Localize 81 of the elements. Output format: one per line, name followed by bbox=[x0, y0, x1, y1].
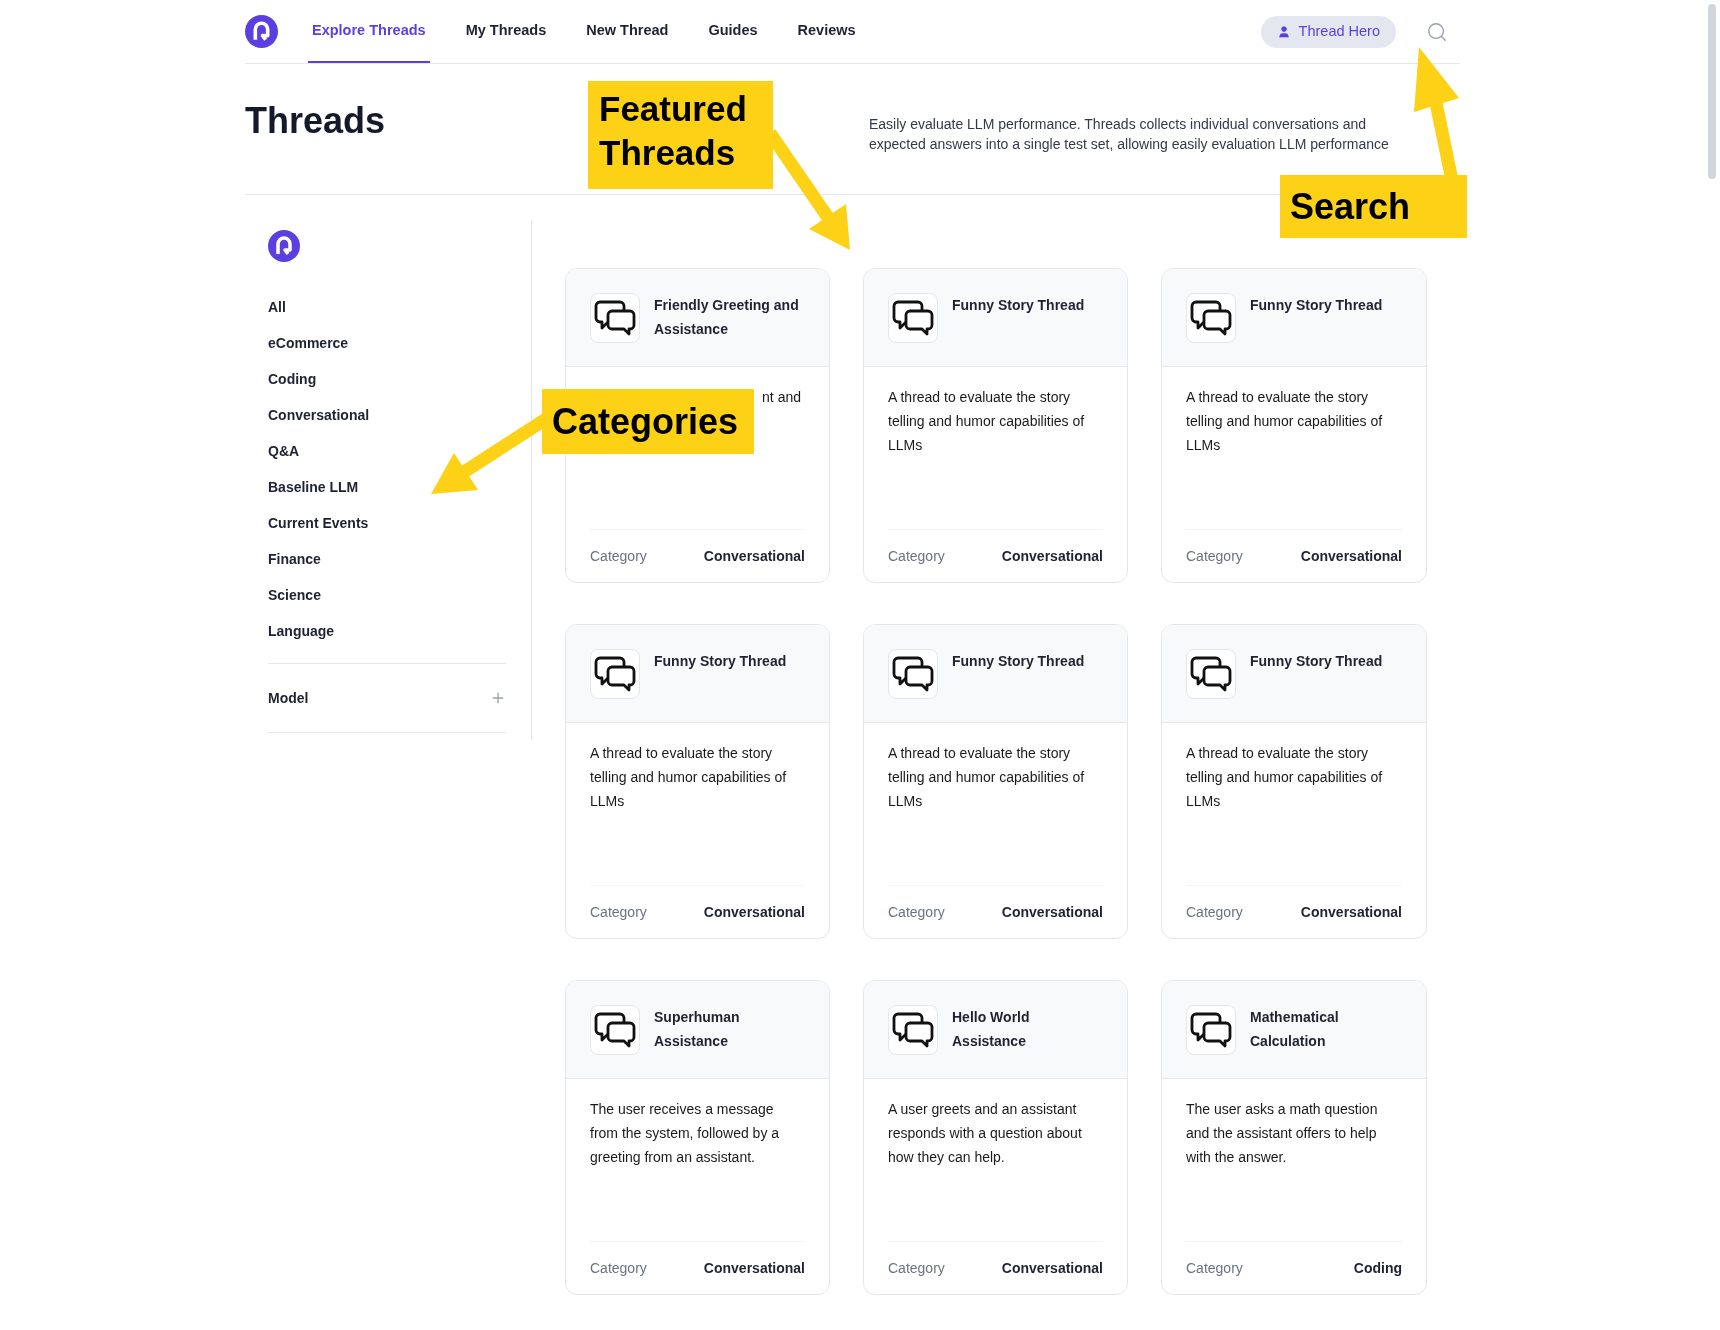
logo-icon bbox=[268, 230, 300, 262]
category-item[interactable]: eCommerce bbox=[268, 325, 506, 361]
card-title: Hello World Assistance bbox=[952, 1008, 1031, 1051]
annotation-label: Search bbox=[1280, 175, 1467, 238]
filter-label[interactable]: Model bbox=[268, 687, 309, 709]
category-value: Conversational bbox=[703, 902, 805, 922]
chat-bubbles-icon bbox=[1186, 649, 1236, 699]
category-item[interactable]: Baseline LLM bbox=[268, 469, 506, 505]
expand-icon[interactable] bbox=[490, 690, 506, 706]
category-item[interactable]: Conversational bbox=[268, 397, 506, 433]
category-label: Category bbox=[888, 902, 945, 922]
chat-bubbles-icon bbox=[888, 1005, 938, 1055]
category-value: Conversational bbox=[1001, 1258, 1103, 1278]
category-label: Category bbox=[1186, 1258, 1243, 1278]
thread-card[interactable]: Hello World Assistance A user greets and an assistant responds with a question about how they can help. Category Conversational bbox=[863, 980, 1128, 1295]
annotation-label: Featured Threads bbox=[588, 81, 773, 189]
category-label: Category bbox=[1186, 546, 1243, 566]
category-label: Category bbox=[590, 902, 647, 922]
card-description: nt and bbox=[761, 388, 802, 407]
thread-card[interactable]: Funny Story Thread A thread to evaluate the story telling and humor capabilities of LLMs Category Conversational bbox=[1161, 624, 1427, 939]
card-title: Funny Story Thread bbox=[952, 652, 1085, 671]
category-item[interactable]: Science bbox=[268, 577, 506, 613]
card-title: Funny Story Thread bbox=[1250, 296, 1383, 315]
category-item[interactable]: Coding bbox=[268, 361, 506, 397]
card-title: Funny Story Thread bbox=[952, 296, 1085, 315]
annotation-label: Categories bbox=[542, 389, 754, 454]
chat-bubbles-icon bbox=[590, 1005, 640, 1055]
nav-tab[interactable]: Explore Threads bbox=[308, 0, 430, 63]
category-value: Conversational bbox=[703, 1258, 805, 1278]
nav-tab[interactable]: My Threads bbox=[461, 0, 551, 63]
scrollbar[interactable] bbox=[1708, 4, 1716, 179]
category-label: Category bbox=[888, 1258, 945, 1278]
category-item[interactable]: Current Events bbox=[268, 505, 506, 541]
category-value: Conversational bbox=[703, 546, 805, 566]
card-title: Friendly Greeting and Assistance bbox=[654, 296, 800, 339]
card-description: A thread to evaluate the story telling and humor capabilities of LLMs bbox=[888, 744, 1086, 811]
card-description: The user receives a message from the system, followed by a greeting from an assistant. bbox=[590, 1100, 781, 1167]
nav-tab[interactable]: Guides bbox=[704, 0, 762, 63]
nav-tab[interactable]: New Thread bbox=[582, 0, 673, 63]
user-icon bbox=[1276, 24, 1291, 39]
chat-bubbles-icon bbox=[590, 293, 640, 343]
category-label: Category bbox=[1186, 902, 1243, 922]
thread-card[interactable]: Funny Story Thread A thread to evaluate the story telling and humor capabilities of LLMs Category Conversational bbox=[863, 624, 1128, 939]
card-title: Funny Story Thread bbox=[654, 652, 787, 671]
card-title: Superhuman Assistance bbox=[654, 1008, 741, 1051]
category-item[interactable]: Language bbox=[268, 613, 506, 649]
chat-bubbles-icon bbox=[1186, 1005, 1236, 1055]
category-item[interactable]: All bbox=[268, 289, 506, 325]
thread-card[interactable]: Funny Story Thread A thread to evaluate the story telling and humor capabilities of LLMs Category Conversational bbox=[863, 268, 1128, 583]
page-description: Easily evaluate LLM performance. Threads collects individual conversations and expected answers into a single test set, allowing easily evaluation LLM performance bbox=[869, 115, 1390, 154]
category-label: Category bbox=[888, 546, 945, 566]
chat-bubbles-icon bbox=[888, 293, 938, 343]
nav-tab[interactable]: Reviews bbox=[793, 0, 860, 63]
page-title: Threads bbox=[245, 99, 386, 143]
category-value: Conversational bbox=[1300, 546, 1402, 566]
chat-bubbles-icon bbox=[888, 649, 938, 699]
search-icon[interactable] bbox=[1426, 20, 1448, 43]
category-item[interactable]: Finance bbox=[268, 541, 506, 577]
card-description: A thread to evaluate the story telling and humor capabilities of LLMs bbox=[1186, 388, 1384, 455]
card-title: Funny Story Thread bbox=[1250, 652, 1383, 671]
thread-card[interactable]: Superhuman Assistance The user receives a message from the system, followed by a greeting from an assistant. Category Conversational bbox=[565, 980, 830, 1295]
chat-bubbles-icon bbox=[590, 649, 640, 699]
thread-card[interactable]: Funny Story Thread A thread to evaluate the story telling and humor capabilities of LLMs Category Conversational bbox=[565, 624, 830, 939]
category-value: Coding bbox=[1353, 1258, 1402, 1278]
thread-card[interactable]: Mathematical Calculation The user asks a math question and the assistant offers to help with the answer. Category Coding bbox=[1161, 980, 1427, 1295]
card-title: Mathematical Calculation bbox=[1250, 1008, 1340, 1051]
category-item[interactable]: Q&A bbox=[268, 433, 506, 469]
card-description: A thread to evaluate the story telling and humor capabilities of LLMs bbox=[1186, 744, 1384, 811]
category-label: Category bbox=[590, 1258, 647, 1278]
user-button[interactable]: Thread Hero bbox=[1260, 15, 1396, 48]
chat-bubbles-icon bbox=[1186, 293, 1236, 343]
category-value: Conversational bbox=[1001, 546, 1103, 566]
category-label: Category bbox=[590, 546, 647, 566]
card-description: A thread to evaluate the story telling and humor capabilities of LLMs bbox=[888, 388, 1086, 455]
card-description: A thread to evaluate the story telling and humor capabilities of LLMs bbox=[590, 744, 788, 811]
category-value: Conversational bbox=[1300, 902, 1402, 922]
thread-card[interactable]: Funny Story Thread A thread to evaluate the story telling and humor capabilities of LLMs Category Conversational bbox=[1161, 268, 1427, 583]
category-value: Conversational bbox=[1001, 902, 1103, 922]
card-description: The user asks a math question and the assistant offers to help with the answer. bbox=[1186, 1100, 1379, 1167]
card-description: A user greets and an assistant responds with a question about how they can help. bbox=[888, 1100, 1083, 1167]
logo-icon bbox=[245, 15, 278, 48]
